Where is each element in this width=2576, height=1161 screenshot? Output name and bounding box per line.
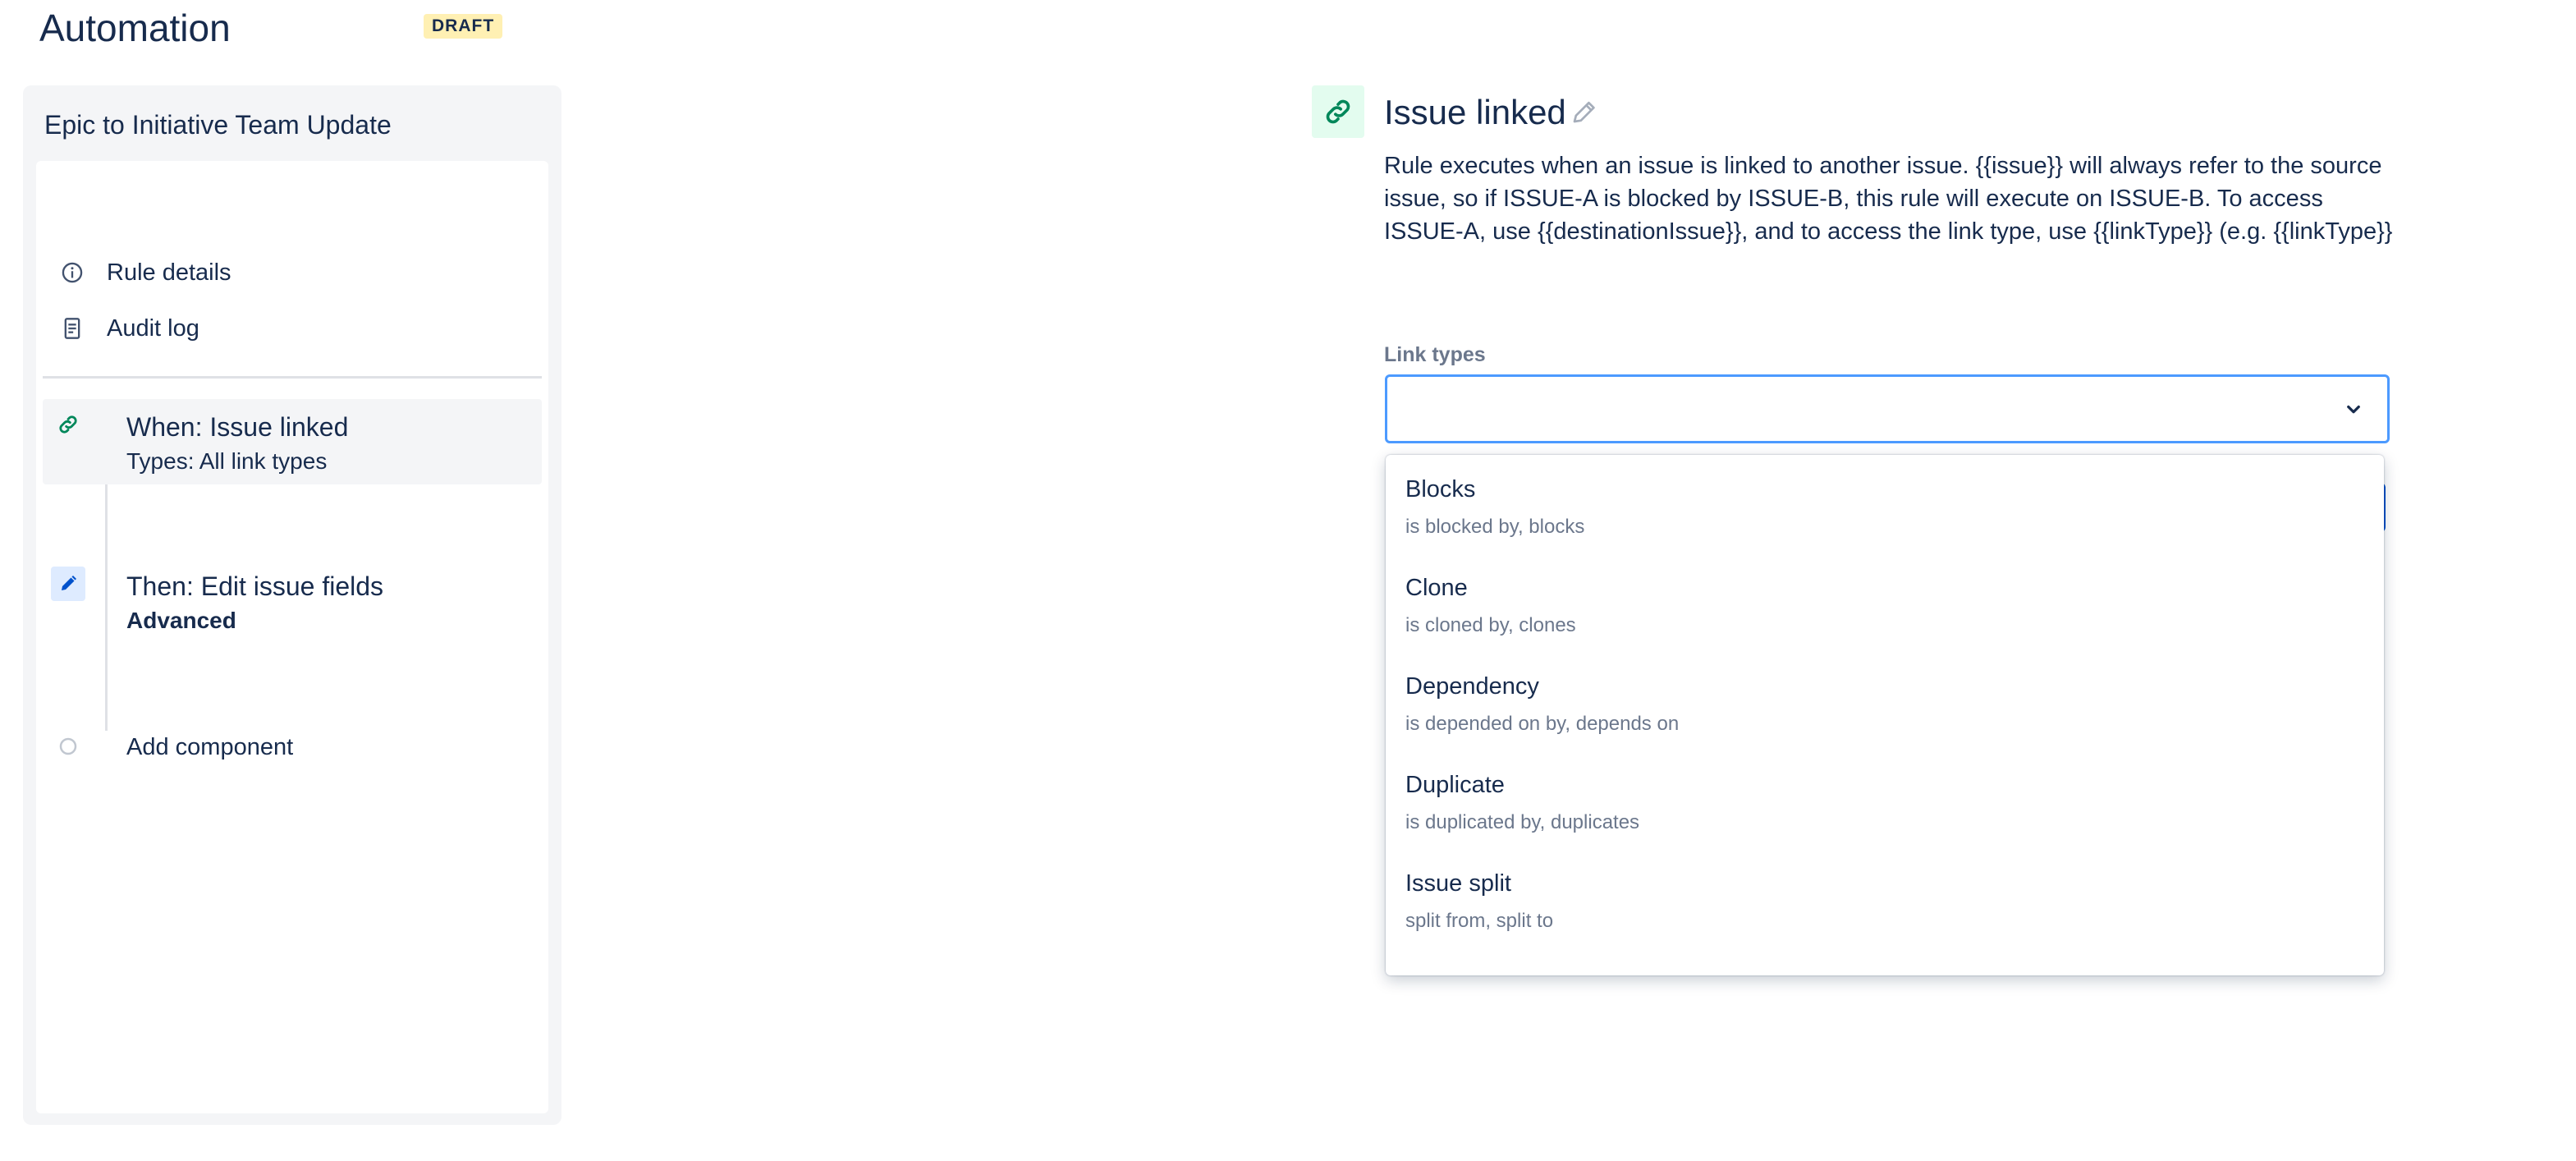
option-clone[interactable]: Clone is cloned by, clones [1386, 553, 2384, 652]
option-title: Duplicate [1405, 772, 1505, 798]
action-step-title: Then: Edit issue fields [126, 571, 384, 601]
rule-details-link[interactable]: Rule details [59, 251, 231, 294]
option-blocks[interactable]: Blocks is blocked by, blocks [1386, 455, 2384, 553]
draft-badge: DRAFT [424, 14, 503, 39]
audit-log-link[interactable]: Audit log [59, 307, 199, 350]
audit-log-label: Audit log [107, 314, 199, 342]
link-types-select[interactable] [1385, 374, 2390, 443]
rule-name: Epic to Initiative Team Update [44, 110, 392, 140]
flow-connector [105, 640, 108, 731]
rule-sidebar: Epic to Initiative Team Update Rule deta… [23, 85, 561, 1125]
link-types-dropdown-menu: Blocks is blocked by, blocks Clone is cl… [1386, 455, 2384, 975]
link-types-label: Link types [1384, 343, 1486, 366]
option-description: is depended on by, depends on [1405, 713, 1680, 735]
action-step-edit-issue-fields[interactable]: Then: Edit issue fields Advanced [43, 558, 542, 640]
rule-details-label: Rule details [107, 259, 231, 286]
add-component-label: Add component [126, 734, 294, 760]
option-title: Blocks [1405, 476, 1476, 502]
option-description: is cloned by, clones [1405, 614, 1576, 636]
edit-title-pencil-icon[interactable] [1570, 97, 1599, 126]
option-title: Dependency [1405, 673, 1539, 700]
option-dependency[interactable]: Dependency is depended on by, depends on [1386, 652, 2384, 750]
trigger-step-issue-linked[interactable]: When: Issue linked Types: All link types [43, 399, 542, 484]
trigger-step-subtitle: Types: All link types [126, 448, 328, 474]
option-title: Clone [1405, 575, 1468, 601]
chevron-down-icon [2341, 397, 2366, 421]
circle-icon [51, 729, 85, 764]
page-title: Automation [39, 7, 231, 49]
info-icon [59, 259, 85, 286]
option-title: Issue split [1405, 870, 1511, 897]
trigger-description: Rule executes when an issue is linked to… [1384, 153, 2393, 245]
option-duplicate[interactable]: Duplicate is duplicated by, duplicates [1386, 750, 2384, 849]
sidebar-divider [43, 376, 542, 379]
trigger-step-title: When: Issue linked [126, 412, 349, 442]
trigger-link-icon [1312, 85, 1364, 138]
add-component-button[interactable]: Add component [43, 724, 542, 770]
document-icon [59, 315, 85, 342]
trigger-title: Issue linked [1384, 93, 1566, 131]
rule-components-panel: Rule details Audit log When: Issue linke… [36, 161, 548, 1113]
option-description: split from, split to [1405, 910, 1554, 932]
option-issue-split[interactable]: Issue split split from, split to [1386, 849, 2384, 948]
option-description: is blocked by, blocks [1405, 516, 1585, 538]
link-icon [51, 407, 85, 442]
option-description: is duplicated by, duplicates [1405, 811, 1640, 833]
action-step-subtitle: Advanced [126, 608, 236, 633]
pencil-icon [51, 567, 85, 601]
